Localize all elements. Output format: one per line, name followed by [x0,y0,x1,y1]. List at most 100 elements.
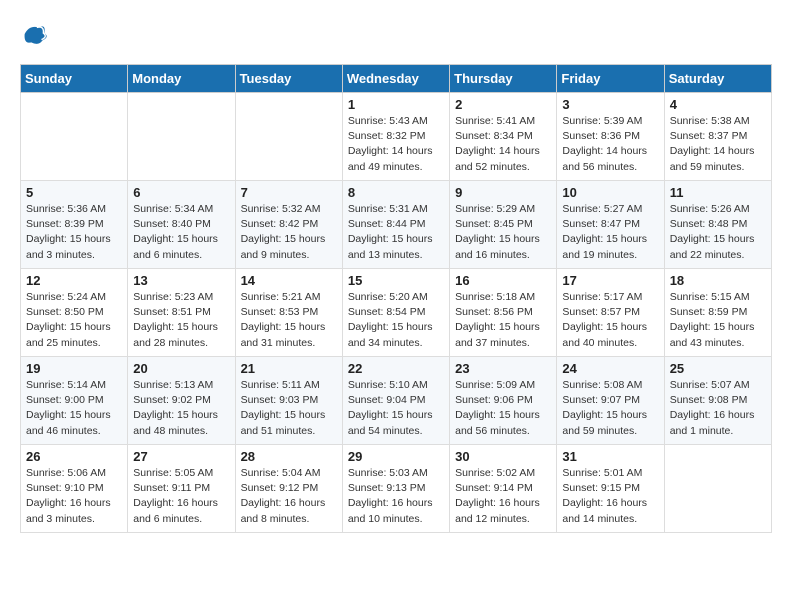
day-info: Sunrise: 5:29 AM Sunset: 8:45 PM Dayligh… [455,202,551,263]
header-sunday: Sunday [21,65,128,93]
day-info: Sunrise: 5:21 AM Sunset: 8:53 PM Dayligh… [241,290,337,351]
calendar-cell: 15 Sunrise: 5:20 AM Sunset: 8:54 PM Dayli… [342,269,449,357]
day-number: 4 [670,97,766,112]
calendar-cell: 18 Sunrise: 5:15 AM Sunset: 8:59 PM Dayli… [664,269,771,357]
day-info: Sunrise: 5:26 AM Sunset: 8:48 PM Dayligh… [670,202,766,263]
day-info: Sunrise: 5:20 AM Sunset: 8:54 PM Dayligh… [348,290,444,351]
day-info: Sunrise: 5:04 AM Sunset: 9:12 PM Dayligh… [241,466,337,527]
page-header [20,20,772,48]
day-number: 2 [455,97,551,112]
calendar-cell: 13Sunrise: 5:23 AM Sunset: 8:51 PM Dayli… [128,269,235,357]
day-number: 25 [670,361,766,376]
day-info: Sunrise: 5:41 AM Sunset: 8:34 PM Dayligh… [455,114,551,175]
day-info: Sunrise: 5:09 AM Sunset: 9:06 PM Dayligh… [455,378,551,439]
day-number: 24 [562,361,658,376]
calendar-week-2: 5 Sunrise: 5:36 AM Sunset: 8:39 PM Daylig… [21,181,772,269]
day-number: 3 [562,97,658,112]
day-number: 28 [241,449,337,464]
calendar-cell: 16 Sunrise: 5:18 AM Sunset: 8:56 PM Dayli… [450,269,557,357]
calendar-cell: 19 Sunrise: 5:14 AM Sunset: 9:00 PM Dayli… [21,357,128,445]
header-friday: Friday [557,65,664,93]
calendar-cell [235,93,342,181]
day-number: 26 [26,449,122,464]
calendar-cell: 4 Sunrise: 5:38 AM Sunset: 8:37 PM Daylig… [664,93,771,181]
day-info: Sunrise: 5:13 AM Sunset: 9:02 PM Dayligh… [133,378,229,439]
calendar-cell: 31 Sunrise: 5:01 AM Sunset: 9:15 PM Dayli… [557,445,664,533]
calendar-cell: 20 Sunrise: 5:13 AM Sunset: 9:02 PM Dayli… [128,357,235,445]
day-number: 23 [455,361,551,376]
day-info: Sunrise: 5:38 AM Sunset: 8:37 PM Dayligh… [670,114,766,175]
day-number: 14 [241,273,337,288]
day-info: Sunrise: 5:05 AM Sunset: 9:11 PM Dayligh… [133,466,229,527]
calendar-cell: 11 Sunrise: 5:26 AM Sunset: 8:48 PM Dayli… [664,181,771,269]
calendar-cell: 1 Sunrise: 5:43 AM Sunset: 8:32 PM Daylig… [342,93,449,181]
day-number: 7 [241,185,337,200]
calendar-cell: 9Sunrise: 5:29 AM Sunset: 8:45 PM Daylig… [450,181,557,269]
calendar-table: SundayMondayTuesdayWednesdayThursdayFrid… [20,64,772,533]
calendar-cell: 6 Sunrise: 5:34 AM Sunset: 8:40 PM Daylig… [128,181,235,269]
day-info: Sunrise: 5:07 AM Sunset: 9:08 PM Dayligh… [670,378,766,439]
day-info: Sunrise: 5:24 AM Sunset: 8:50 PM Dayligh… [26,290,122,351]
calendar-cell: 22 Sunrise: 5:10 AM Sunset: 9:04 PM Dayli… [342,357,449,445]
logo [20,20,50,48]
header-monday: Monday [128,65,235,93]
calendar-week-1: 1 Sunrise: 5:43 AM Sunset: 8:32 PM Daylig… [21,93,772,181]
day-info: Sunrise: 5:02 AM Sunset: 9:14 PM Dayligh… [455,466,551,527]
day-number: 6 [133,185,229,200]
calendar-cell [21,93,128,181]
day-info: Sunrise: 5:43 AM Sunset: 8:32 PM Dayligh… [348,114,444,175]
calendar-cell: 3 Sunrise: 5:39 AM Sunset: 8:36 PM Daylig… [557,93,664,181]
day-number: 1 [348,97,444,112]
day-info: Sunrise: 5:11 AM Sunset: 9:03 PM Dayligh… [241,378,337,439]
header-saturday: Saturday [664,65,771,93]
calendar-week-3: 12Sunrise: 5:24 AM Sunset: 8:50 PM Dayli… [21,269,772,357]
day-number: 10 [562,185,658,200]
calendar-body: 1 Sunrise: 5:43 AM Sunset: 8:32 PM Daylig… [21,93,772,533]
day-info: Sunrise: 5:36 AM Sunset: 8:39 PM Dayligh… [26,202,122,263]
day-info: Sunrise: 5:31 AM Sunset: 8:44 PM Dayligh… [348,202,444,263]
day-number: 11 [670,185,766,200]
calendar-cell: 21Sunrise: 5:11 AM Sunset: 9:03 PM Dayli… [235,357,342,445]
day-number: 30 [455,449,551,464]
calendar-cell: 17 Sunrise: 5:17 AM Sunset: 8:57 PM Dayli… [557,269,664,357]
calendar-week-4: 19 Sunrise: 5:14 AM Sunset: 9:00 PM Dayli… [21,357,772,445]
day-number: 16 [455,273,551,288]
calendar-cell: 5 Sunrise: 5:36 AM Sunset: 8:39 PM Daylig… [21,181,128,269]
day-number: 31 [562,449,658,464]
calendar-cell [664,445,771,533]
calendar-cell: 12Sunrise: 5:24 AM Sunset: 8:50 PM Dayli… [21,269,128,357]
header-tuesday: Tuesday [235,65,342,93]
day-info: Sunrise: 5:01 AM Sunset: 9:15 PM Dayligh… [562,466,658,527]
day-number: 22 [348,361,444,376]
day-number: 20 [133,361,229,376]
day-info: Sunrise: 5:03 AM Sunset: 9:13 PM Dayligh… [348,466,444,527]
day-info: Sunrise: 5:27 AM Sunset: 8:47 PM Dayligh… [562,202,658,263]
calendar-week-5: 26 Sunrise: 5:06 AM Sunset: 9:10 PM Dayli… [21,445,772,533]
day-number: 27 [133,449,229,464]
calendar-cell: 29 Sunrise: 5:03 AM Sunset: 9:13 PM Dayli… [342,445,449,533]
day-info: Sunrise: 5:14 AM Sunset: 9:00 PM Dayligh… [26,378,122,439]
day-number: 29 [348,449,444,464]
calendar-cell: 25 Sunrise: 5:07 AM Sunset: 9:08 PM Dayli… [664,357,771,445]
calendar-cell: 7Sunrise: 5:32 AM Sunset: 8:42 PM Daylig… [235,181,342,269]
day-info: Sunrise: 5:18 AM Sunset: 8:56 PM Dayligh… [455,290,551,351]
day-info: Sunrise: 5:34 AM Sunset: 8:40 PM Dayligh… [133,202,229,263]
day-info: Sunrise: 5:15 AM Sunset: 8:59 PM Dayligh… [670,290,766,351]
calendar-cell: 8 Sunrise: 5:31 AM Sunset: 8:44 PM Daylig… [342,181,449,269]
day-info: Sunrise: 5:17 AM Sunset: 8:57 PM Dayligh… [562,290,658,351]
day-info: Sunrise: 5:10 AM Sunset: 9:04 PM Dayligh… [348,378,444,439]
day-number: 19 [26,361,122,376]
day-number: 17 [562,273,658,288]
calendar-cell: 2 Sunrise: 5:41 AM Sunset: 8:34 PM Daylig… [450,93,557,181]
calendar-cell [128,93,235,181]
calendar-cell: 30 Sunrise: 5:02 AM Sunset: 9:14 PM Dayli… [450,445,557,533]
calendar-cell: 27 Sunrise: 5:05 AM Sunset: 9:11 PM Dayli… [128,445,235,533]
day-number: 18 [670,273,766,288]
day-number: 15 [348,273,444,288]
day-number: 5 [26,185,122,200]
day-number: 8 [348,185,444,200]
header-wednesday: Wednesday [342,65,449,93]
day-info: Sunrise: 5:06 AM Sunset: 9:10 PM Dayligh… [26,466,122,527]
day-info: Sunrise: 5:39 AM Sunset: 8:36 PM Dayligh… [562,114,658,175]
calendar-cell: 26 Sunrise: 5:06 AM Sunset: 9:10 PM Dayli… [21,445,128,533]
